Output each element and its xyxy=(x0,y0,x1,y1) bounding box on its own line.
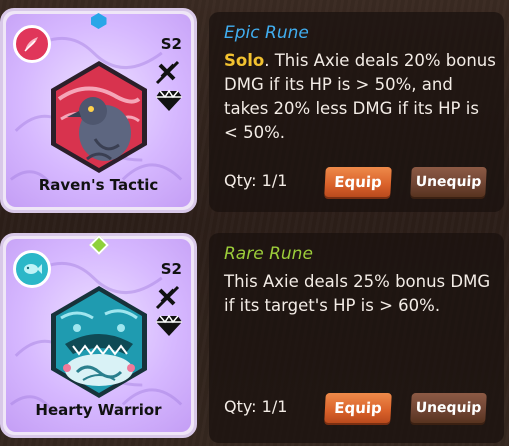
rune-row: S2 Raven's Tactic Epic Rune Solo. This A… xyxy=(0,0,509,218)
rune-description: This Axie deals 25% bonus DMG if its tar… xyxy=(224,270,496,318)
raven-icon xyxy=(50,61,147,173)
rune-details: Epic Rune Solo. This Axie deals 20% bonu… xyxy=(209,12,504,212)
keyword: Solo xyxy=(224,51,265,70)
rune-details: Rare Rune This Axie deals 25% bonus DMG … xyxy=(209,233,504,443)
no-attack-icon xyxy=(155,60,180,85)
season-label: S2 xyxy=(160,35,182,53)
description-text: . This Axie deals 20% bonus DMG if its H… xyxy=(224,51,496,142)
description-text: This Axie deals 25% bonus DMG if its tar… xyxy=(224,272,491,315)
quantity-label: Qty: 1/1 xyxy=(224,397,288,416)
rarity-label: Rare Rune xyxy=(224,244,313,264)
fish-icon xyxy=(13,250,51,288)
side-icons xyxy=(154,284,184,342)
no-attack-icon xyxy=(155,285,180,310)
gem-icon xyxy=(156,314,182,336)
unequip-button[interactable]: Unequip xyxy=(410,393,487,423)
equip-button[interactable]: Equip xyxy=(324,167,392,197)
side-icons xyxy=(154,59,184,117)
feather-icon xyxy=(13,25,51,63)
unequip-button[interactable]: Unequip xyxy=(410,167,487,197)
equip-button[interactable]: Equip xyxy=(324,393,392,423)
rune-name: Raven's Tactic xyxy=(38,176,159,194)
rune-row: S2 Hearty Warrior Rare Rune This Axie de… xyxy=(0,228,509,446)
rune-description: Solo. This Axie deals 20% bonus DMG if i… xyxy=(224,49,496,145)
rune-card[interactable]: S2 Raven's Tactic xyxy=(0,8,197,213)
quantity-label: Qty: 1/1 xyxy=(224,171,288,190)
rune-card[interactable]: S2 Hearty Warrior xyxy=(0,233,197,438)
gem-icon xyxy=(156,89,182,111)
rune-name: Hearty Warrior xyxy=(35,401,162,419)
shark-icon xyxy=(50,286,147,398)
rarity-label: Epic Rune xyxy=(224,23,309,43)
season-label: S2 xyxy=(160,260,182,278)
